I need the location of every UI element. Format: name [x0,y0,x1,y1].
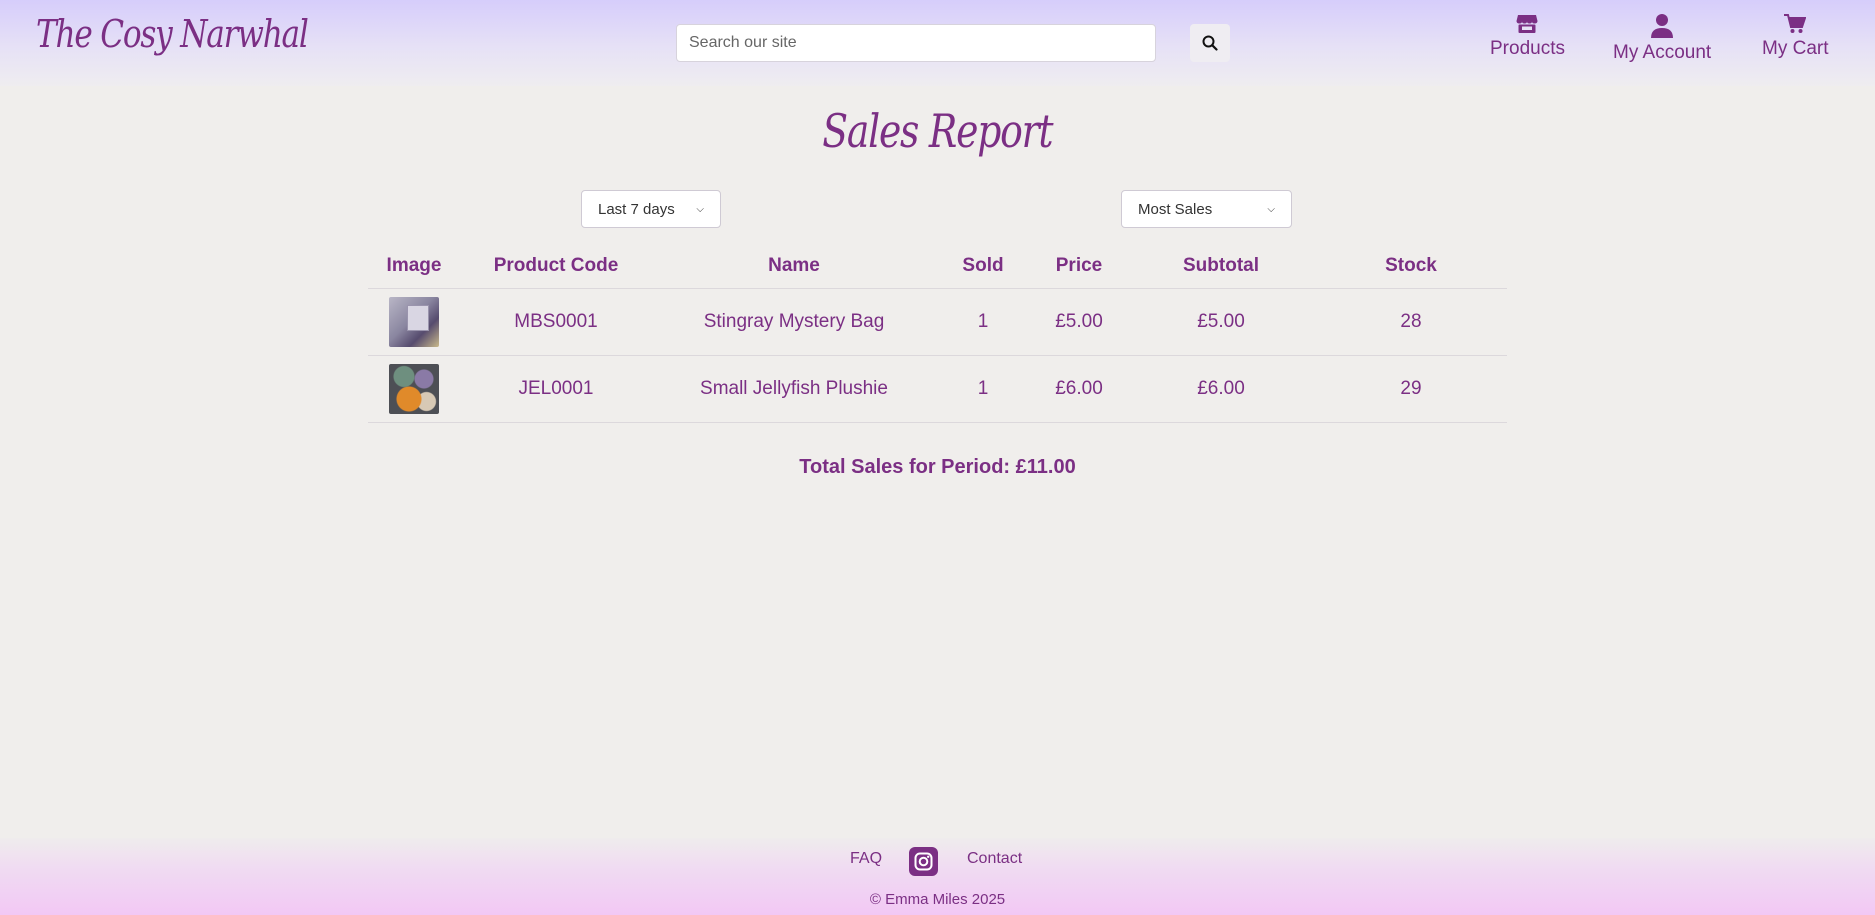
faq-link[interactable]: FAQ [850,850,882,868]
user-icon [1651,14,1674,38]
search-button[interactable] [1190,24,1230,62]
chevron-down-icon: ⌵ [696,203,704,215]
period-select[interactable]: Last 7 days ⌵ [581,190,721,228]
header-name: Name [768,255,820,276]
product-price: £5.00 [1055,311,1103,332]
site-footer: FAQ Contact © Emma Miles 2025 [0,838,1875,915]
nav-cart-label: My Cart [1762,38,1829,59]
search-icon [1202,35,1218,51]
nav-products[interactable]: Products [1490,14,1565,60]
product-image[interactable] [389,364,439,414]
header-product-code: Product Code [493,255,619,276]
table-row: MBS0001 Stingray Mystery Bag 1 £5.00 £5.… [368,289,1507,356]
instagram-link[interactable] [909,847,938,876]
total-sales: Total Sales for Period: £11.00 [799,456,1076,478]
product-stock: 29 [1400,378,1422,399]
site-logo[interactable]: The Cosy Narwhal [36,12,309,56]
page-title: Sales Report [0,104,1875,158]
period-select-value: Last 7 days [598,200,675,218]
sort-select-value: Most Sales [1138,200,1213,218]
table-header: Image Product Code Name Sold Price Subto… [368,250,1507,289]
product-code: JEL0001 [518,378,594,399]
nav-account-label: My Account [1613,42,1712,63]
cart-icon [1784,14,1807,33]
page-title-text: Sales Report [822,104,1053,158]
contact-link[interactable]: Contact [967,850,1022,868]
product-name: Stingray Mystery Bag [703,311,885,332]
product-stock: 28 [1400,311,1422,332]
copyright: © Emma Miles 2025 [869,891,1006,908]
nav-account[interactable]: My Account [1613,14,1711,64]
product-name: Small Jellyfish Plushie [700,378,888,399]
nav-products-label: Products [1490,38,1565,59]
product-subtotal: £5.00 [1197,311,1245,332]
header-price: Price [1055,255,1103,276]
sales-table: Image Product Code Name Sold Price Subto… [368,250,1507,423]
product-code: MBS0001 [514,311,598,332]
header-subtotal: Subtotal [1183,255,1259,276]
sort-select[interactable]: Most Sales ⌵ [1121,190,1292,228]
header-stock: Stock [1385,255,1437,276]
product-subtotal: £6.00 [1197,378,1245,399]
product-sold: 1 [977,378,989,399]
instagram-icon [914,852,933,871]
site-header: The Cosy Narwhal Products My Account My … [0,0,1875,86]
header-sold: Sold [962,255,1004,276]
nav-cart[interactable]: My Cart [1762,14,1829,60]
header-image: Image [386,255,442,276]
table-row: JEL0001 Small Jellyfish Plushie 1 £6.00 … [368,356,1507,423]
chevron-down-icon: ⌵ [1267,203,1275,215]
product-sold: 1 [977,311,989,332]
product-price: £6.00 [1055,378,1103,399]
search-input[interactable] [676,24,1156,62]
store-icon [1516,15,1538,33]
product-image[interactable] [389,297,439,347]
